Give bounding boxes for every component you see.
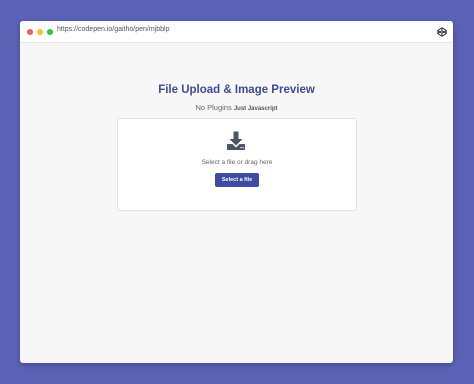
page-title: File Upload & Image Preview bbox=[158, 84, 315, 96]
maximize-window-button[interactable] bbox=[47, 29, 53, 35]
subtitle-main: No Plugins bbox=[195, 103, 232, 112]
page-content: File Upload & Image Preview No Plugins J… bbox=[20, 43, 453, 363]
subtitle-small: Just Javascript bbox=[233, 106, 278, 112]
browser-window: https://codepen.io/gaitho/pen/mjbblp Fil… bbox=[20, 21, 453, 363]
address-bar-url[interactable]: https://codepen.io/gaitho/pen/mjbblp bbox=[57, 26, 169, 33]
download-icon bbox=[227, 131, 245, 150]
file-drop-zone[interactable]: Select a file or drag here Select a file bbox=[117, 118, 357, 211]
page-subtitle: No Plugins Just Javascript bbox=[20, 103, 453, 112]
drop-hint-text: Select a file or drag here bbox=[201, 159, 273, 166]
browser-titlebar: https://codepen.io/gaitho/pen/mjbblp bbox=[20, 21, 453, 43]
minimize-window-button[interactable] bbox=[37, 29, 43, 35]
close-window-button[interactable] bbox=[27, 29, 33, 35]
select-file-button[interactable]: Select a file bbox=[215, 173, 259, 187]
codepen-icon[interactable] bbox=[437, 27, 447, 37]
